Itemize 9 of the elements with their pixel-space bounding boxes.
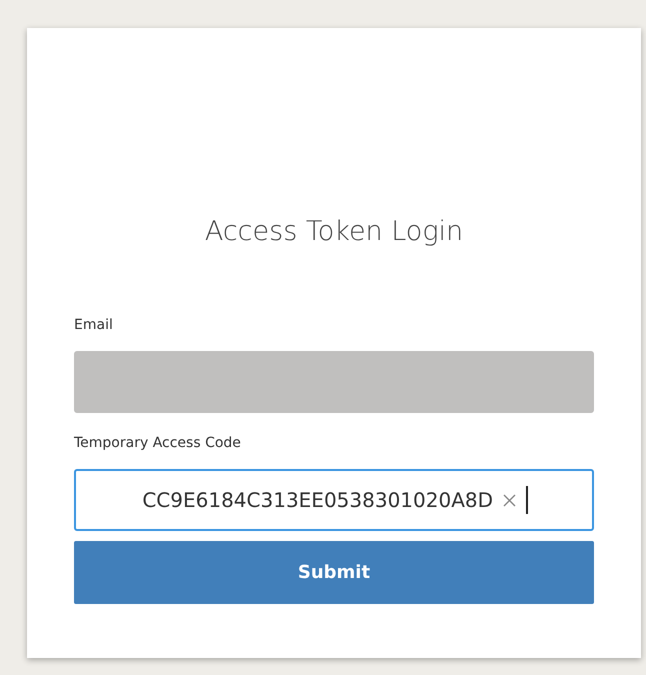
text-cursor [526, 486, 528, 514]
field-value: CC9E6184C313EE0538301020A8D [142, 488, 493, 512]
redacted-field[interactable] [74, 351, 594, 413]
submit-button[interactable]: Submit [74, 541, 594, 604]
field-label: Email [74, 317, 114, 333]
login-title: Access Token Login [204, 216, 464, 247]
field-label: Temporary Access Code [74, 435, 242, 451]
clear-icon[interactable] [503, 494, 516, 506]
input-field[interactable]: CC9E6184C313EE0538301020A8D [74, 469, 594, 531]
